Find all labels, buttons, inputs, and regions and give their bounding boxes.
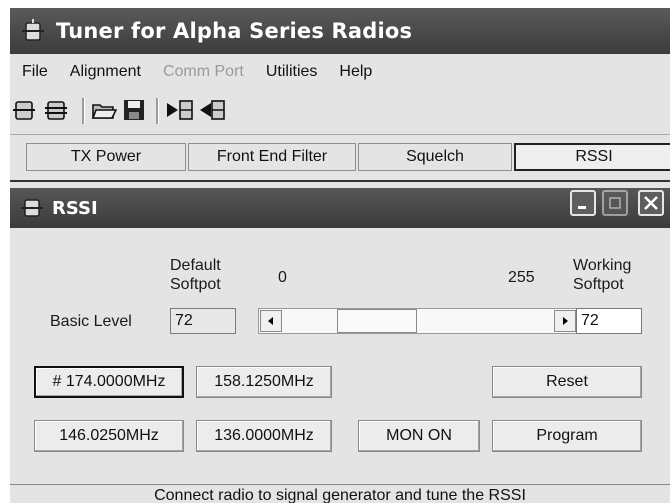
working-softpot-input[interactable]: 72 xyxy=(576,308,642,334)
program-button[interactable]: Program xyxy=(492,420,642,452)
write-to-radio-icon[interactable] xyxy=(166,96,194,124)
menu-help[interactable]: Help xyxy=(339,63,372,81)
toolbar-separator xyxy=(156,98,159,124)
freq-146-button[interactable]: 146.0250MHz xyxy=(34,420,184,452)
freq-174-button[interactable]: # 174.0000MHz xyxy=(34,366,184,398)
radio-app-icon xyxy=(22,19,44,41)
toolbar-separator xyxy=(82,98,85,124)
open-folder-icon[interactable] xyxy=(90,96,118,124)
tab-tx-power[interactable]: TX Power xyxy=(26,143,186,171)
radio-read-icon[interactable] xyxy=(42,96,70,124)
mon-on-button[interactable]: MON ON xyxy=(358,420,480,452)
maximize-icon[interactable] xyxy=(602,190,628,216)
basic-level-slider[interactable] xyxy=(258,308,578,334)
slider-thumb[interactable] xyxy=(336,309,417,333)
close-icon[interactable] xyxy=(638,190,664,216)
tab-strip: TX Power Front End Filter Squelch RSSI xyxy=(10,134,670,175)
menu-alignment[interactable]: Alignment xyxy=(70,63,141,81)
radio-app-icon xyxy=(21,199,43,217)
default-softpot-value: 72 xyxy=(170,308,236,334)
menu-utilities[interactable]: Utilities xyxy=(266,63,318,81)
menu-bar: File Alignment Comm Port Utilities Help xyxy=(10,58,670,86)
toolbar xyxy=(10,92,670,128)
app-window: Tuner for Alpha Series Radios File Align… xyxy=(10,8,670,503)
menu-file[interactable]: File xyxy=(22,63,48,81)
basic-level-label: Basic Level xyxy=(50,313,132,330)
default-softpot-label: Default Softpot xyxy=(170,257,221,293)
radio-icon[interactable] xyxy=(10,96,38,124)
scroll-right-arrow-icon[interactable] xyxy=(554,310,576,332)
save-disk-icon[interactable] xyxy=(120,96,148,124)
scroll-left-arrow-icon[interactable] xyxy=(260,310,282,332)
range-max-label: 255 xyxy=(508,269,535,286)
freq-136-button[interactable]: 136.0000MHz xyxy=(196,420,332,452)
read-from-radio-icon[interactable] xyxy=(198,96,226,124)
child-window-title: RSSI xyxy=(52,197,98,219)
status-bar: Connect radio to signal generator and tu… xyxy=(10,484,670,503)
rssi-child-window: RSSI Default Softpot 0 255 Working Softp… xyxy=(10,180,670,503)
working-softpot-label: Working Softpot xyxy=(573,257,632,293)
tab-front-end-filter[interactable]: Front End Filter xyxy=(188,143,356,171)
freq-158-button[interactable]: 158.1250MHz xyxy=(196,366,332,398)
range-min-label: 0 xyxy=(278,269,287,286)
reset-button[interactable]: Reset xyxy=(492,366,642,398)
title-bar: Tuner for Alpha Series Radios xyxy=(10,8,670,54)
menu-comm-port[interactable]: Comm Port xyxy=(163,63,244,81)
tab-rssi[interactable]: RSSI xyxy=(514,143,670,171)
window-title: Tuner for Alpha Series Radios xyxy=(56,19,413,43)
tab-squelch[interactable]: Squelch xyxy=(358,143,512,171)
minimize-icon[interactable] xyxy=(570,190,596,216)
